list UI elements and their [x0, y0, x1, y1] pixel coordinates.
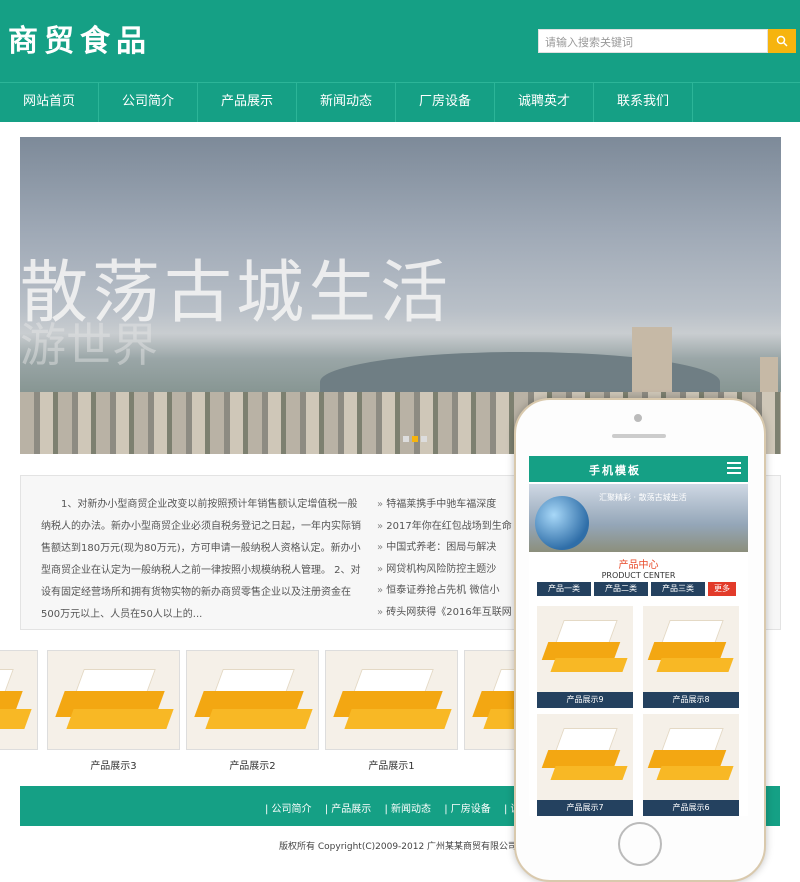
mobile-product-card[interactable]: 产品展示7	[537, 714, 633, 816]
search-button[interactable]	[768, 29, 796, 53]
mobile-product-image[interactable]	[643, 714, 739, 800]
mobile-tab[interactable]: 产品三类	[651, 582, 705, 596]
news-item[interactable]: 2017年你在红包战场到生命	[377, 516, 517, 538]
main-nav: 网站首页 公司简介 产品展示 新闻动态 厂房设备 诚聘英才 联系我们	[0, 82, 800, 123]
footer-links: | 公司简介 | 产品展示 | 新闻动态 | 厂房设备 | 诚聘	[265, 800, 541, 815]
news-item[interactable]: 特福莱携手中驰车福深度	[377, 494, 517, 516]
menu-icon[interactable]	[727, 462, 741, 477]
globe-icon	[535, 496, 589, 550]
mobile-tab-more[interactable]: 更多	[708, 582, 736, 596]
footer-link[interactable]: | 公司简介	[265, 804, 312, 815]
section-title-en: PRODUCT CENTER	[601, 571, 676, 580]
phone-speaker	[612, 434, 666, 438]
product-image[interactable]	[186, 650, 319, 750]
phone-home-button	[618, 822, 662, 866]
news-item[interactable]: 中国式养老：困局与解决	[377, 537, 517, 559]
news-item[interactable]: 网贷机构风险防控主题沙	[377, 559, 517, 581]
mobile-product-card[interactable]: 产品展示9	[537, 606, 633, 708]
phone-mockup: 手机模板 汇聚精彩 · 散荡古城生活 产品中心 PRODUCT CENTER 产…	[514, 398, 766, 882]
nav-news[interactable]: 新闻动态	[297, 83, 396, 123]
product-image[interactable]	[325, 650, 458, 750]
mobile-product-label[interactable]: 产品展示6	[643, 800, 739, 816]
mobile-header: 手机模板	[529, 456, 748, 482]
banner-headline: 散荡古城生活	[20, 254, 453, 333]
product-card[interactable]: 产品展示2	[186, 650, 319, 772]
section-title-cn: 产品中心	[618, 560, 659, 571]
mobile-product-card[interactable]: 产品展示6	[643, 714, 739, 816]
nav-jobs[interactable]: 诚聘英才	[495, 83, 594, 123]
mobile-product-label[interactable]: 产品展示9	[537, 692, 633, 708]
mobile-banner-text: 汇聚精彩 · 散荡古城生活	[599, 493, 687, 502]
product-label[interactable]: 产品展示1	[325, 757, 458, 772]
mobile-product-image[interactable]	[537, 714, 633, 800]
mobile-screen: 手机模板 汇聚精彩 · 散荡古城生活 产品中心 PRODUCT CENTER 产…	[529, 456, 748, 816]
product-label[interactable]: 产品展示2	[186, 757, 319, 772]
product-label[interactable]: 产品展示3	[47, 757, 180, 772]
mobile-tab[interactable]: 产品一类	[537, 582, 591, 596]
news-item[interactable]: 砖头网获得《2016年互联网	[377, 602, 517, 624]
pager-dot[interactable]	[403, 436, 409, 442]
pager-dot[interactable]	[421, 436, 427, 442]
product-image[interactable]	[47, 650, 180, 750]
banner-pager	[403, 427, 430, 446]
site-logo[interactable]: 商贸食品	[8, 16, 152, 60]
product-image[interactable]	[0, 650, 38, 750]
nav-about[interactable]: 公司简介	[99, 83, 198, 123]
mobile-title: 手机模板	[589, 464, 641, 477]
mobile-product-label[interactable]: 产品展示7	[537, 800, 633, 816]
footer-link[interactable]: | 产品展示	[325, 804, 372, 815]
mobile-product-card[interactable]: 产品展示8	[643, 606, 739, 708]
product-card[interactable]: 产品展示1	[325, 650, 458, 772]
pager-dot-active[interactable]	[412, 436, 418, 442]
nav-home[interactable]: 网站首页	[0, 83, 99, 123]
product-card[interactable]	[0, 650, 38, 750]
mobile-product-image[interactable]	[537, 606, 633, 692]
news-list: 特福莱携手中驰车福深度 2017年你在红包战场到生命 中国式养老：困局与解决 网…	[377, 494, 517, 623]
footer-link[interactable]: | 新闻动态	[385, 804, 432, 815]
mobile-product-label[interactable]: 产品展示8	[643, 692, 739, 708]
site-header: 商贸食品 请输入搜索关键词	[0, 0, 800, 82]
search-input[interactable]: 请输入搜索关键词	[538, 29, 768, 53]
nav-products[interactable]: 产品展示	[198, 83, 297, 123]
phone-camera	[634, 414, 642, 422]
company-intro: 1、对新办小型商贸企业改变以前按照预计年销售额认定增值税一般纳税人的办法。新办小…	[41, 499, 361, 620]
nav-contact[interactable]: 联系我们	[594, 83, 693, 123]
footer-link[interactable]: | 厂房设备	[444, 804, 491, 815]
mobile-section-title: 产品中心 PRODUCT CENTER	[529, 556, 748, 580]
mobile-banner[interactable]: 汇聚精彩 · 散荡古城生活	[529, 484, 748, 552]
search-icon	[776, 35, 788, 47]
nav-equipment[interactable]: 厂房设备	[396, 83, 495, 123]
copyright: 版权所有 Copyright(C)2009-2012 广州某某商贸有限公司	[279, 842, 518, 852]
news-item[interactable]: 恒泰证券抢占先机 微信小	[377, 580, 517, 602]
mobile-tab[interactable]: 产品二类	[594, 582, 648, 596]
mobile-product-image[interactable]	[643, 606, 739, 692]
product-card[interactable]: 产品展示3	[47, 650, 180, 772]
